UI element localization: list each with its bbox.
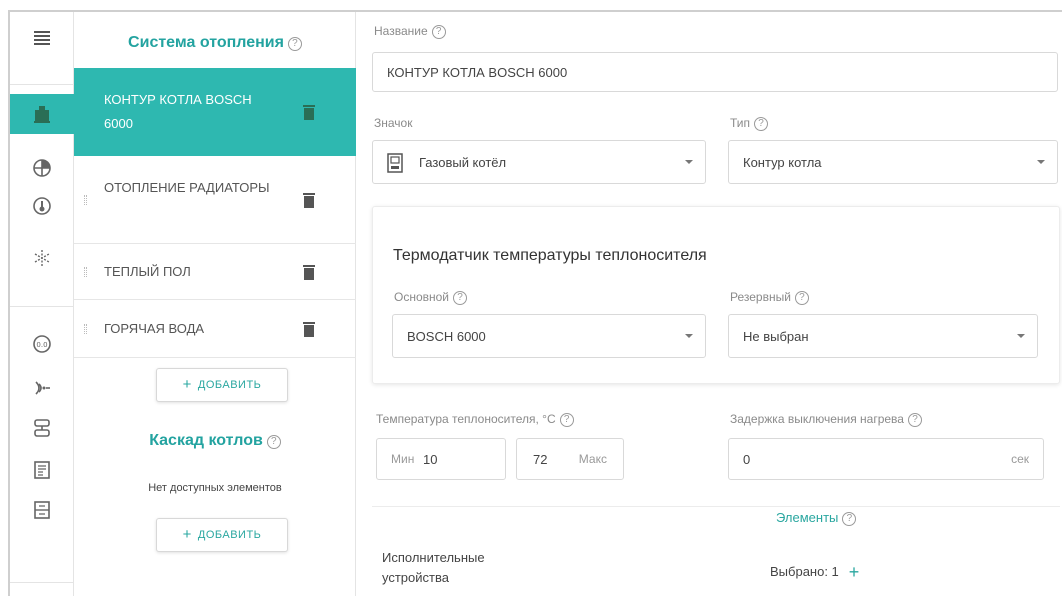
schedule-icon[interactable] [10,450,74,490]
help-icon[interactable]: ? [754,117,769,131]
heating-system-title: Система отопления? [74,34,356,52]
drag-handle[interactable] [84,194,87,205]
switch-icon[interactable] [10,490,74,530]
type-select[interactable]: Контур котла [728,140,1058,184]
app-frame: 0.0 Система отопления? Контур котла BOSC… [8,10,1062,596]
list-item-radiators[interactable]: Отопление радиаторы [74,156,356,244]
help-icon[interactable]: ? [842,512,857,526]
list-item-label: Теплый пол [104,264,191,279]
chevron-down-icon [1037,160,1045,164]
gas-boiler-icon [387,153,403,173]
nav-rail: 0.0 [10,12,74,596]
trash-icon[interactable] [302,104,316,120]
actuators-label: Исполнительные устройства [382,550,485,585]
chevron-down-icon [685,160,693,164]
thermometer-icon[interactable] [10,186,74,226]
drag-handle[interactable] [84,266,87,277]
min-temp-input[interactable]: Мин 10 [376,438,506,480]
main-sensor-label: Основной? [394,290,468,305]
radiator-icon[interactable] [10,148,74,188]
trash-icon[interactable] [302,264,316,280]
temperature-label: Температура теплоносителя, °С? [376,412,574,427]
reserve-sensor-label: Резервный? [730,290,809,305]
elements-link[interactable]: Элементы? [776,510,857,526]
icon-select[interactable]: Газовый котёл [372,140,706,184]
chevron-down-icon [685,334,693,338]
help-icon[interactable]: ? [907,413,922,427]
reserve-sensor-select[interactable]: Не выбран [728,314,1038,358]
help-icon[interactable]: ? [431,25,446,39]
help-icon[interactable]: ? [794,291,809,305]
sensor-icon[interactable]: 0.0 [10,324,74,364]
chevron-down-icon [1017,334,1025,338]
name-input[interactable]: КОНТУР КОТЛА BOSCH 6000 [372,52,1058,92]
settings-form: Название? КОНТУР КОТЛА BOSCH 6000 Значок… [356,12,1062,596]
boiler-icon[interactable] [10,94,74,134]
heating-list-panel: Система отопления? Контур котла BOSCH 60… [74,12,356,596]
valve-icon[interactable] [10,408,74,448]
icon-label: Значок [374,116,413,130]
drag-handle[interactable] [84,323,87,334]
list-item-label: Контур котла BOSCH 6000 [104,92,252,131]
signal-icon[interactable] [10,368,74,408]
menu-icon[interactable] [10,18,74,58]
delay-input[interactable]: 0 сек [728,438,1044,480]
sensor-card-title: Термодатчик температуры теплоносителя [393,247,707,264]
add-heating-button[interactable]: + Добавить [156,368,288,402]
help-icon[interactable]: ? [453,291,468,305]
delay-label: Задержка выключения нагрева? [730,412,922,427]
add-actuator-button[interactable]: + [849,562,860,582]
help-icon[interactable]: ? [266,435,281,449]
trash-icon[interactable] [302,192,316,208]
name-label: Название? [374,24,446,39]
help-icon[interactable]: ? [559,413,574,427]
snowflake-icon[interactable] [10,238,74,278]
cascade-title: Каскад котлов? [74,432,356,450]
list-item-label: Горячая вода [104,321,205,336]
cascade-empty-note: Нет доступных элементов [148,482,282,494]
list-item-warm-floor[interactable]: Теплый пол [74,244,356,300]
list-item-hot-water[interactable]: Горячая вода [74,300,356,358]
trash-icon[interactable] [302,321,316,337]
actuators-selected: Выбрано: 1 + [770,562,860,582]
type-label: Тип? [730,116,769,131]
main-sensor-select[interactable]: BOSCH 6000 [392,314,706,358]
add-cascade-button[interactable]: + Добавить [156,518,288,552]
list-item-boiler-circuit[interactable]: Контур котла BOSCH 6000 [74,68,356,156]
max-temp-input[interactable]: 72 Макс [516,438,624,480]
svg-text:0.0: 0.0 [36,341,47,349]
help-icon[interactable]: ? [287,37,302,51]
list-item-label: Отопление радиаторы [104,180,270,195]
